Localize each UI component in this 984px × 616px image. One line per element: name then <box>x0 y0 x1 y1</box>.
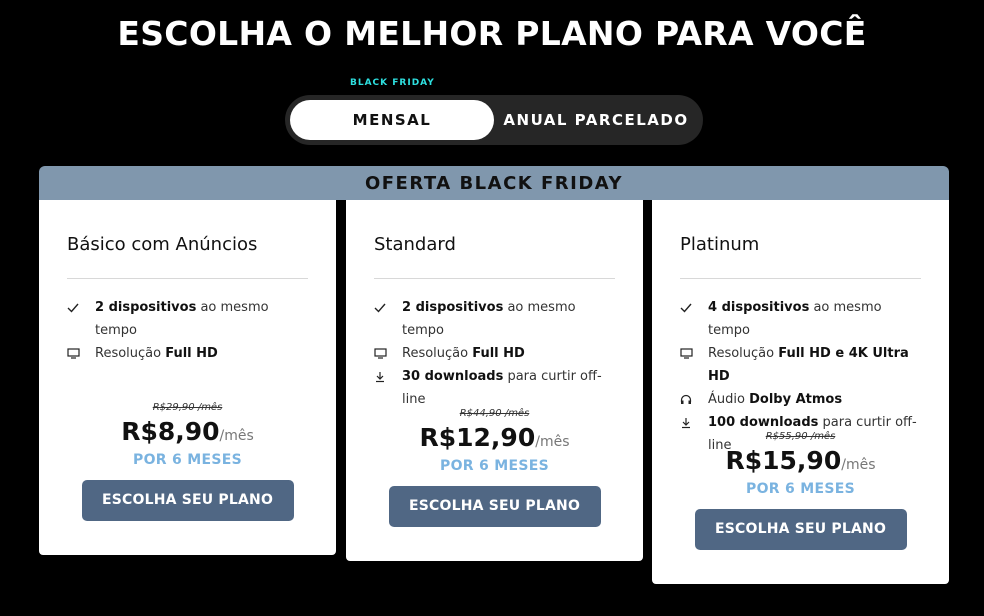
choose-plan-button[interactable]: ESCOLHA SEU PLANO <box>81 480 294 521</box>
feature-list: 2 dispositivos ao mesmo tempo Resolução … <box>374 296 619 411</box>
choose-plan-button[interactable]: ESCOLHA SEU PLANO <box>388 486 601 527</box>
feature-item: 2 dispositivos ao mesmo tempo <box>374 296 619 342</box>
choose-plan-button[interactable]: ESCOLHA SEU PLANO <box>694 509 907 550</box>
feature-item: 4 dispositivos ao mesmo tempo <box>680 296 925 342</box>
old-price: R$44,90 /mês <box>459 408 530 419</box>
promo-duration: POR 6 MESES <box>746 481 855 497</box>
monitor-icon <box>374 342 402 365</box>
price-block: R$44,90 /mês R$12,90/mês POR 6 MESES ESC… <box>346 408 643 527</box>
billing-period-toggle: MENSAL ANUAL PARCELADO <box>285 95 703 145</box>
toggle-option-anual-parcelado[interactable]: ANUAL PARCELADO <box>494 100 698 140</box>
divider <box>680 278 921 279</box>
plan-name: Standard <box>374 234 456 255</box>
price: R$8,90 <box>121 417 220 446</box>
headphones-icon <box>680 388 708 411</box>
price-block: R$55,90 /mês R$15,90/mês POR 6 MESES ESC… <box>652 431 949 550</box>
price-period: /mês <box>841 457 876 473</box>
black-friday-banner: OFERTA BLACK FRIDAY <box>39 166 949 200</box>
plan-card-standard: Standard 2 dispositivos ao mesmo tempo R… <box>346 200 643 561</box>
monitor-icon <box>680 342 708 365</box>
feature-list: 2 dispositivos ao mesmo tempo Resolução … <box>67 296 312 365</box>
feature-item: Resolução Full HD <box>374 342 619 365</box>
price-period: /mês <box>219 428 254 444</box>
divider <box>67 278 308 279</box>
feature-item: Áudio Dolby Atmos <box>680 388 925 411</box>
price: R$15,90 <box>725 446 842 475</box>
price-block: R$29,90 /mês R$8,90/mês POR 6 MESES ESCO… <box>39 402 336 521</box>
promo-duration: POR 6 MESES <box>440 458 549 474</box>
old-price: R$29,90 /mês <box>152 402 223 413</box>
check-icon <box>680 296 708 319</box>
plan-card-basico: Básico com Anúncios 2 dispositivos ao me… <box>39 200 336 555</box>
divider <box>374 278 615 279</box>
plan-name: Platinum <box>680 234 760 255</box>
check-icon <box>374 296 402 319</box>
toggle-option-mensal[interactable]: MENSAL <box>290 100 494 140</box>
plan-name: Básico com Anúncios <box>67 234 258 255</box>
price: R$12,90 <box>419 423 536 452</box>
promo-duration: POR 6 MESES <box>133 452 242 468</box>
feature-item: Resolução Full HD <box>67 342 312 365</box>
monitor-icon <box>67 342 95 365</box>
feature-item: Resolução Full HD e 4K Ultra HD <box>680 342 925 388</box>
check-icon <box>67 296 95 319</box>
black-friday-tag: BLACK FRIDAY <box>350 78 435 88</box>
download-icon <box>374 365 402 388</box>
old-price: R$55,90 /mês <box>765 431 836 442</box>
plan-card-platinum: Platinum 4 dispositivos ao mesmo tempo R… <box>652 200 949 584</box>
page-title: ESCOLHA O MELHOR PLANO PARA VOCÊ <box>117 14 867 53</box>
feature-item: 30 downloads para curtir off-line <box>374 365 619 411</box>
feature-item: 2 dispositivos ao mesmo tempo <box>67 296 312 342</box>
price-period: /mês <box>535 434 570 450</box>
